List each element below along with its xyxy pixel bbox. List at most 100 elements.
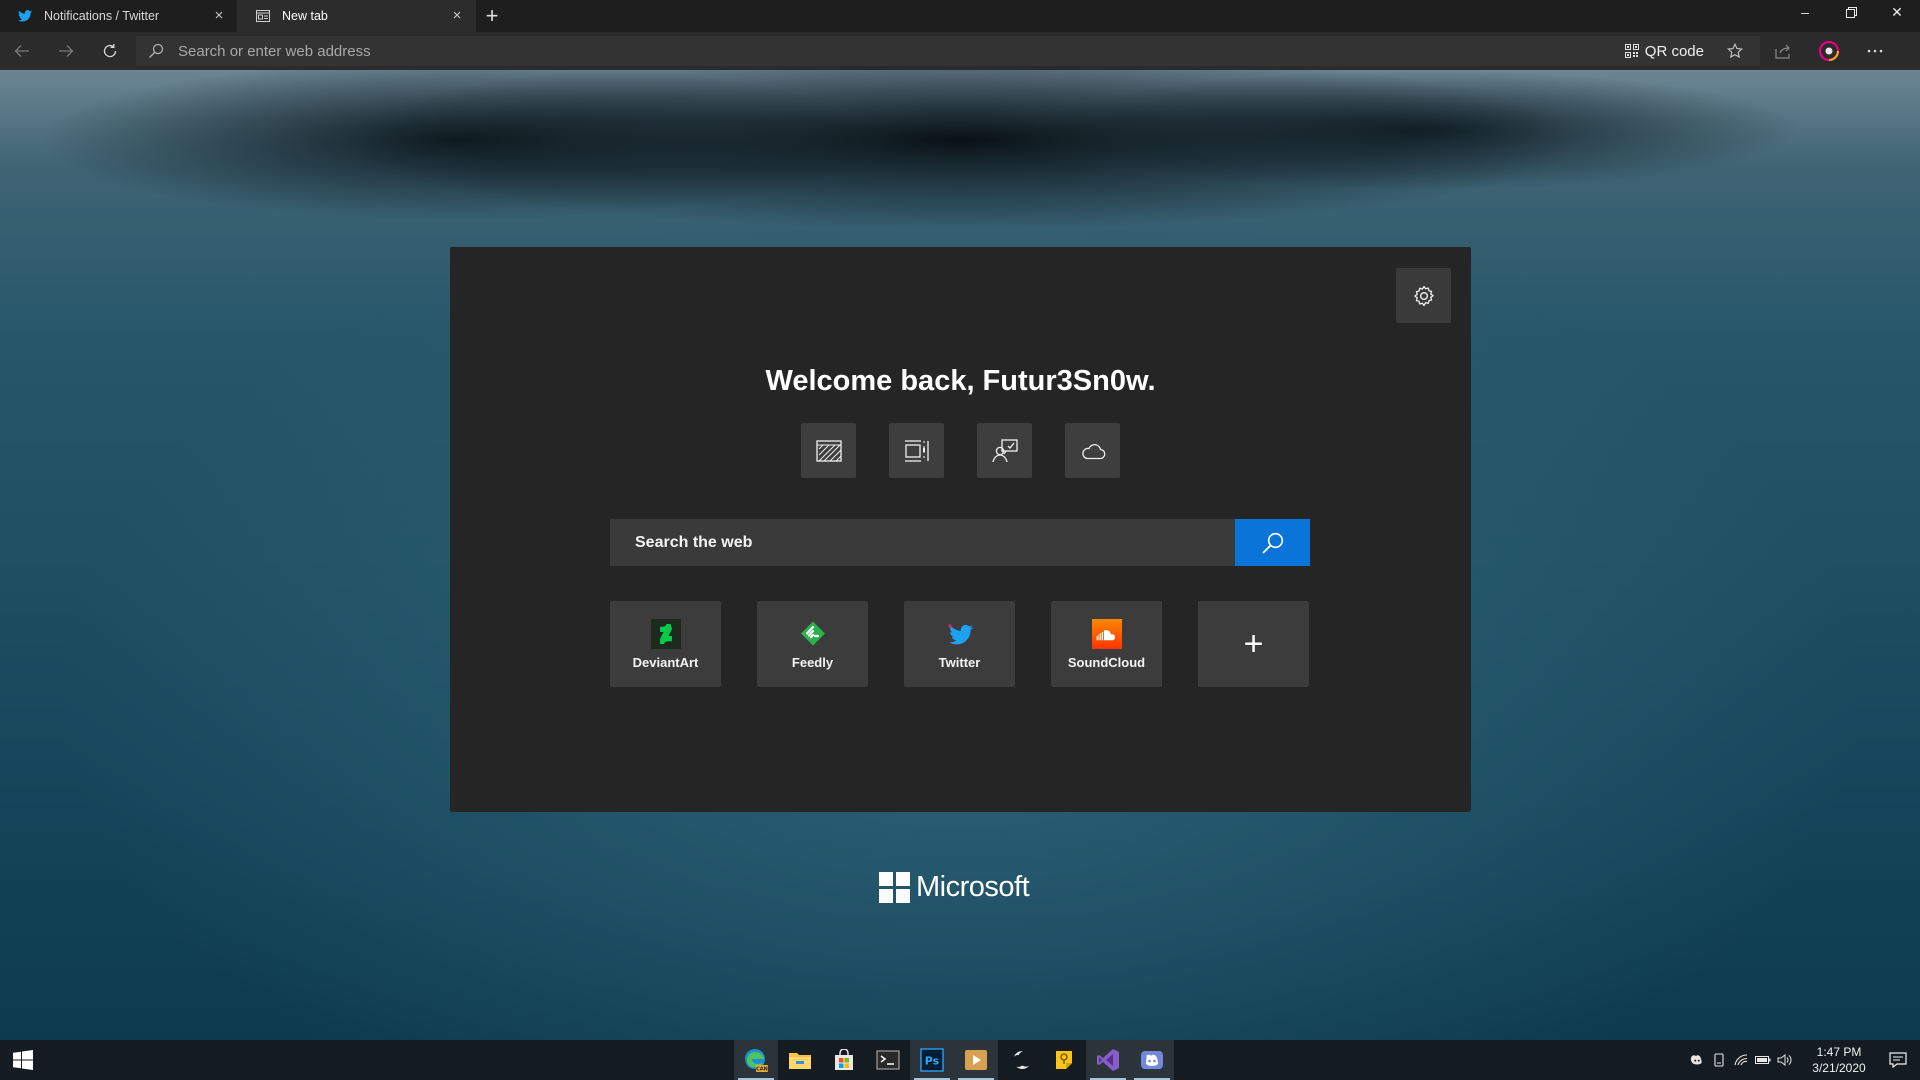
svg-text:Ps: Ps [925, 1055, 940, 1068]
twitter-icon [18, 9, 32, 23]
tray-device[interactable] [1708, 1040, 1730, 1080]
web-search-button[interactable] [1235, 519, 1310, 566]
tile-deviantart[interactable]: DeviantArt [610, 601, 721, 687]
taskbar-store[interactable] [822, 1040, 866, 1080]
action-center-button[interactable] [1876, 1040, 1920, 1080]
start-button[interactable] [0, 1040, 46, 1080]
battery-icon [1755, 1056, 1771, 1064]
system-tray: 1:47 PM 3/21/2020 [1686, 1040, 1920, 1080]
plus-icon: + [1243, 625, 1264, 663]
moon-app-icon [1012, 1050, 1029, 1069]
deviantart-icon [650, 618, 681, 649]
wifi-icon [1734, 1054, 1748, 1066]
restore-button[interactable] [1828, 0, 1874, 24]
wallpaper-button[interactable] [801, 423, 856, 478]
search-icon [1261, 532, 1283, 554]
tray-volume[interactable] [1774, 1040, 1796, 1080]
visual-studio-icon [1097, 1049, 1119, 1071]
newtab-icon [256, 9, 270, 23]
taskbar-file-explorer[interactable] [778, 1040, 822, 1080]
clock-date: 3/21/2020 [1812, 1061, 1866, 1075]
page-settings-button[interactable] [1396, 268, 1451, 323]
weather-button[interactable] [1065, 423, 1120, 478]
news-layout-icon [904, 439, 929, 462]
edge-can-icon: CAN [745, 1049, 768, 1073]
discord-icon [1141, 1051, 1163, 1069]
focus-icon [991, 438, 1018, 462]
quick-actions [450, 423, 1471, 478]
top-sites: DeviantArt Feedly Twitter SoundCloud + [610, 601, 1309, 687]
web-search-box: Search the web [610, 519, 1310, 566]
tile-soundcloud[interactable]: SoundCloud [1051, 601, 1162, 687]
qr-code-button[interactable]: QR code [1624, 42, 1704, 60]
volume-icon [1777, 1054, 1792, 1066]
restore-icon [1845, 6, 1857, 18]
tray-wifi[interactable] [1730, 1040, 1752, 1080]
tile-label: Feedly [791, 654, 834, 670]
taskbar-edge-canary[interactable]: CAN [734, 1040, 778, 1080]
media-player-icon [965, 1050, 987, 1070]
refresh-button[interactable] [88, 32, 132, 70]
forward-button[interactable] [44, 32, 88, 70]
extension-ring-icon [1818, 40, 1840, 62]
svg-text:CAN: CAN [756, 1067, 768, 1073]
taskbar-media-player[interactable] [954, 1040, 998, 1080]
tray-discord[interactable] [1686, 1040, 1708, 1080]
tile-feedly[interactable]: Feedly [757, 601, 868, 687]
favorite-star-button[interactable] [1718, 43, 1752, 59]
terminal-icon [876, 1050, 900, 1070]
window-controls: – ✕ [1782, 0, 1920, 32]
taskbar-visual-studio[interactable] [1086, 1040, 1130, 1080]
back-button[interactable] [0, 32, 44, 70]
more-menu-button[interactable] [1852, 32, 1898, 70]
windows-start-icon [13, 1050, 33, 1070]
close-tab-icon[interactable]: × [449, 8, 465, 24]
discord-tray-icon [1690, 1055, 1702, 1065]
taskbar-photoshop[interactable]: Ps [910, 1040, 954, 1080]
add-tile-button[interactable]: + [1198, 601, 1309, 687]
gear-icon [1413, 285, 1434, 306]
qr-code-label: QR code [1644, 42, 1704, 60]
share-icon [1775, 44, 1790, 59]
forward-arrow-icon [59, 45, 74, 57]
new-tab-button[interactable]: + [476, 0, 508, 32]
taskbar-apps: CAN Ps [734, 1040, 1174, 1080]
close-tab-icon[interactable]: × [211, 8, 227, 24]
more-dots-icon [1867, 49, 1883, 53]
qr-code-icon [1624, 44, 1639, 58]
web-search-input[interactable]: Search the web [610, 519, 1235, 566]
share-button[interactable] [1760, 32, 1806, 70]
search-icon [148, 42, 166, 60]
twitter-icon [945, 619, 975, 649]
taskbar-terminal[interactable] [866, 1040, 910, 1080]
tile-label: DeviantArt [632, 654, 699, 670]
welcome-heading: Welcome back, Futur3Sn0w. [765, 365, 1156, 397]
file-explorer-icon [789, 1053, 811, 1069]
navigation-toolbar: Search or enter web address QR code [0, 32, 1920, 70]
tab-strip: Notifications / Twitter × New tab × + – … [0, 0, 1920, 32]
address-bar[interactable]: Search or enter web address QR code [136, 36, 1760, 66]
tab-new-tab[interactable]: New tab × [238, 0, 476, 32]
extension-button[interactable] [1806, 32, 1852, 70]
clock-time: 1:47 PM [1816, 1045, 1862, 1059]
tile-label: Twitter [938, 654, 981, 670]
focus-button[interactable] [977, 423, 1032, 478]
address-placeholder: Search or enter web address [178, 42, 371, 60]
windows-logo-icon [879, 872, 910, 903]
close-window-button[interactable]: ✕ [1874, 0, 1920, 24]
news-layout-button[interactable] [889, 423, 944, 478]
tray-battery[interactable] [1752, 1040, 1774, 1080]
taskbar-discord[interactable] [1130, 1040, 1174, 1080]
taskbar-night-light-app[interactable] [998, 1040, 1042, 1080]
microsoft-wordmark: Microsoft [916, 871, 1030, 903]
tile-twitter[interactable]: Twitter [904, 601, 1015, 687]
usb-device-icon [1714, 1053, 1724, 1067]
taskbar-clock[interactable]: 1:47 PM 3/21/2020 [1802, 1044, 1876, 1076]
tab-notifications-twitter[interactable]: Notifications / Twitter × [0, 0, 238, 32]
tile-label: SoundCloud [1067, 654, 1146, 670]
new-tab-card: Welcome back, Futur3Sn0w. Search the web… [450, 247, 1471, 812]
taskbar-sticky-notes[interactable] [1042, 1040, 1086, 1080]
star-icon [1727, 43, 1743, 59]
sticky-notes-icon [1056, 1051, 1072, 1069]
minimize-button[interactable]: – [1782, 0, 1828, 24]
